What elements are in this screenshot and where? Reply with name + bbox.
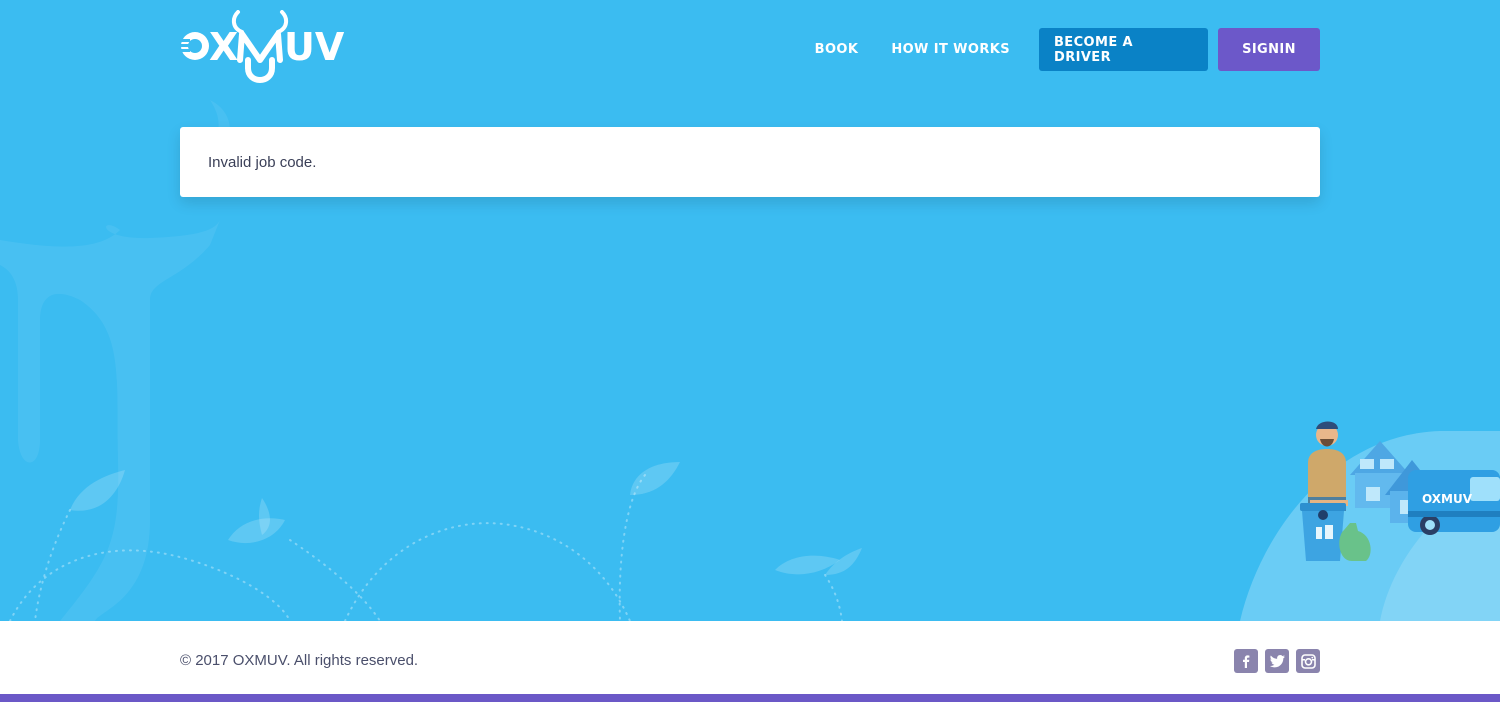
nav-link-how-it-works[interactable]: HOW IT WORKS (891, 42, 1010, 57)
hero-section: X UV BOOK HOW IT WORKS BECOME A DRIVER S… (0, 0, 1500, 621)
copyright-text: © 2017 OXMUV. All rights reserved. (180, 652, 419, 669)
error-alert: Invalid job code. (180, 127, 1320, 197)
signin-button[interactable]: SIGNIN (1218, 28, 1320, 71)
facebook-icon[interactable] (1234, 649, 1258, 673)
mover-illustration: OXMUV (1240, 421, 1500, 621)
instagram-icon[interactable] (1296, 649, 1320, 673)
svg-text:UV: UV (284, 25, 345, 69)
svg-text:OXMUV: OXMUV (1422, 492, 1473, 506)
become-a-driver-button[interactable]: BECOME A DRIVER (1039, 28, 1208, 71)
oxmuv-logo[interactable]: X UV (180, 10, 350, 90)
twitter-icon[interactable] (1265, 649, 1289, 673)
nav-link-book[interactable]: BOOK (815, 42, 859, 57)
footer: © 2017 OXMUV. All rights reserved. (0, 621, 1500, 694)
footer-accent-bar (0, 694, 1500, 702)
main-nav: BOOK HOW IT WORKS BECOME A DRIVER SIGNIN (782, 28, 1320, 71)
alert-message: Invalid job code. (208, 153, 317, 171)
svg-text:X: X (209, 25, 238, 69)
social-links (1227, 649, 1320, 673)
